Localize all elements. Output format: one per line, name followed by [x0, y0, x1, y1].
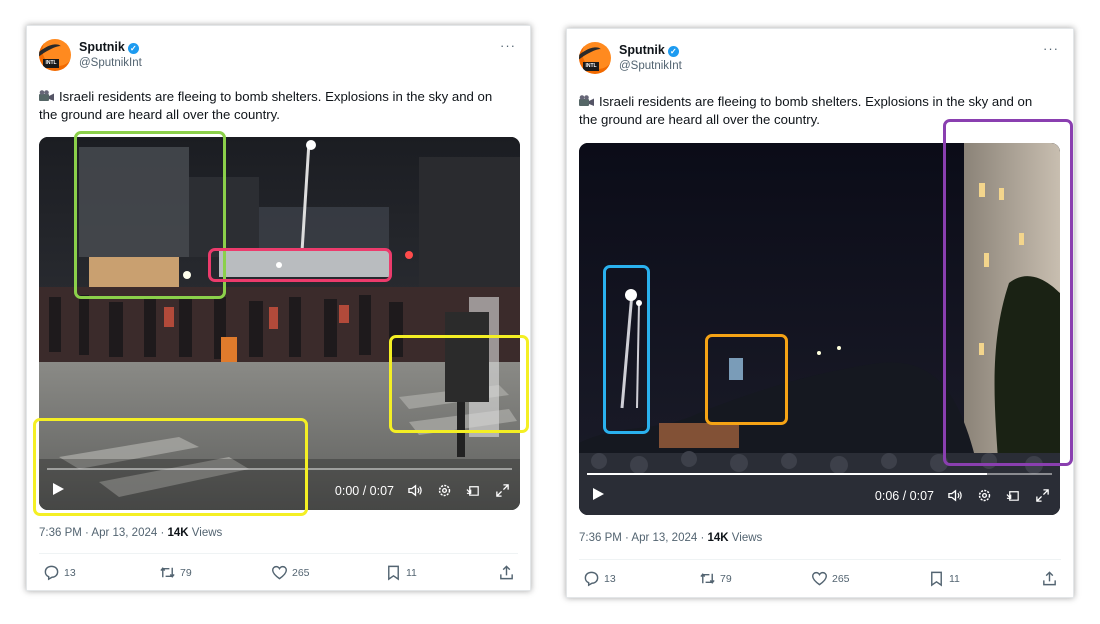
picture-in-picture-icon[interactable] — [466, 483, 481, 498]
tweet-timestamp[interactable]: 7:36 PM · Apr 13, 2024 · — [579, 532, 708, 544]
repost-button[interactable]: 79 — [159, 564, 192, 581]
views-count: 14K — [167, 527, 189, 539]
views-label: Views — [728, 532, 763, 544]
avatar[interactable]: INTL — [39, 39, 71, 71]
play-icon[interactable] — [591, 487, 605, 501]
bookmark-button[interactable]: 11 — [928, 570, 960, 587]
picture-in-picture-icon[interactable] — [1006, 488, 1021, 503]
tweet-text: Israeli residents are fleeing to bomb sh… — [39, 88, 509, 124]
video-player[interactable]: 0:00 / 0:07 — [39, 137, 520, 510]
bookmark-count: 11 — [406, 566, 417, 579]
tweet-text-content: Israeli residents are fleeing to bomb sh… — [39, 89, 493, 122]
tweet-text-content: Israeli residents are fleeing to bomb sh… — [579, 94, 1033, 127]
author-handle[interactable]: @SputnikInt — [79, 57, 142, 69]
author-name[interactable]: Sputnik — [79, 40, 125, 54]
video-timecode: 0:00 / 0:07 — [334, 483, 394, 498]
like-count: 265 — [292, 566, 310, 579]
reply-button[interactable]: 13 — [583, 570, 616, 587]
more-options-button[interactable]: ··· — [1043, 41, 1059, 56]
video-timecode: 0:06 / 0:07 — [874, 488, 934, 503]
heart-icon — [811, 571, 828, 586]
repost-icon — [700, 573, 715, 584]
repost-icon — [160, 567, 175, 578]
volume-icon[interactable] — [408, 483, 423, 498]
volume-icon[interactable] — [948, 488, 963, 503]
views-count: 14K — [707, 532, 729, 544]
tweet-text: Israeli residents are fleeing to bomb sh… — [579, 93, 1049, 129]
like-button[interactable]: 265 — [811, 570, 850, 587]
tweet-meta: 7:36 PM · Apr 13, 2024 · 14K Views — [579, 532, 762, 544]
video-camera-icon — [39, 90, 54, 101]
divider — [579, 559, 1061, 560]
repost-button[interactable]: 79 — [699, 570, 732, 587]
views-label: Views — [188, 527, 223, 539]
author-name[interactable]: Sputnik — [619, 43, 665, 57]
fullscreen-icon[interactable] — [1035, 488, 1050, 503]
bookmark-button[interactable]: 11 — [385, 564, 417, 581]
reply-count: 13 — [64, 566, 76, 579]
more-options-button[interactable]: ··· — [500, 38, 516, 53]
verified-badge-icon: ✓ — [127, 43, 139, 54]
video-frame — [39, 137, 520, 510]
video-player[interactable]: 0:06 / 0:07 — [579, 143, 1060, 515]
video-progress-bar[interactable] — [47, 468, 512, 470]
share-button[interactable] — [498, 564, 515, 581]
video-frame — [579, 143, 1060, 515]
divider — [39, 553, 518, 554]
tweet-card-right[interactable]: INTL Sputnik ✓ @SputnikInt ··· Israeli re… — [566, 28, 1074, 598]
heart-icon — [271, 565, 288, 580]
share-icon — [1043, 571, 1056, 586]
avatar[interactable]: INTL — [579, 42, 611, 74]
bookmark-count: 11 — [949, 572, 960, 585]
reply-count: 13 — [604, 572, 616, 585]
play-icon[interactable] — [51, 482, 65, 496]
action-bar: 13 79 265 11 — [39, 564, 518, 586]
gear-icon[interactable] — [437, 483, 452, 498]
reply-icon — [584, 571, 599, 587]
author-handle[interactable]: @SputnikInt — [619, 60, 682, 72]
bookmark-icon — [388, 565, 399, 581]
verified-badge-icon: ✓ — [667, 46, 679, 57]
reply-button[interactable]: 13 — [43, 564, 76, 581]
bookmark-icon — [931, 571, 942, 587]
share-icon — [500, 565, 513, 580]
gear-icon[interactable] — [977, 488, 992, 503]
video-progress-fill — [587, 473, 987, 475]
video-progress-bar[interactable] — [587, 473, 1052, 475]
like-count: 265 — [832, 572, 850, 585]
action-bar: 13 79 265 11 — [579, 570, 1061, 592]
repost-count: 79 — [180, 566, 192, 579]
reply-icon — [44, 565, 59, 581]
tweet-meta: 7:36 PM · Apr 13, 2024 · 14K Views — [39, 527, 222, 539]
tweet-card-left[interactable]: INTL Sputnik ✓ @SputnikInt ··· Israeli re… — [26, 25, 531, 591]
fullscreen-icon[interactable] — [495, 483, 510, 498]
video-camera-icon — [579, 95, 594, 106]
repost-count: 79 — [720, 572, 732, 585]
tweet-timestamp[interactable]: 7:36 PM · Apr 13, 2024 · — [39, 527, 168, 539]
like-button[interactable]: 265 — [271, 564, 310, 581]
share-button[interactable] — [1041, 570, 1058, 587]
